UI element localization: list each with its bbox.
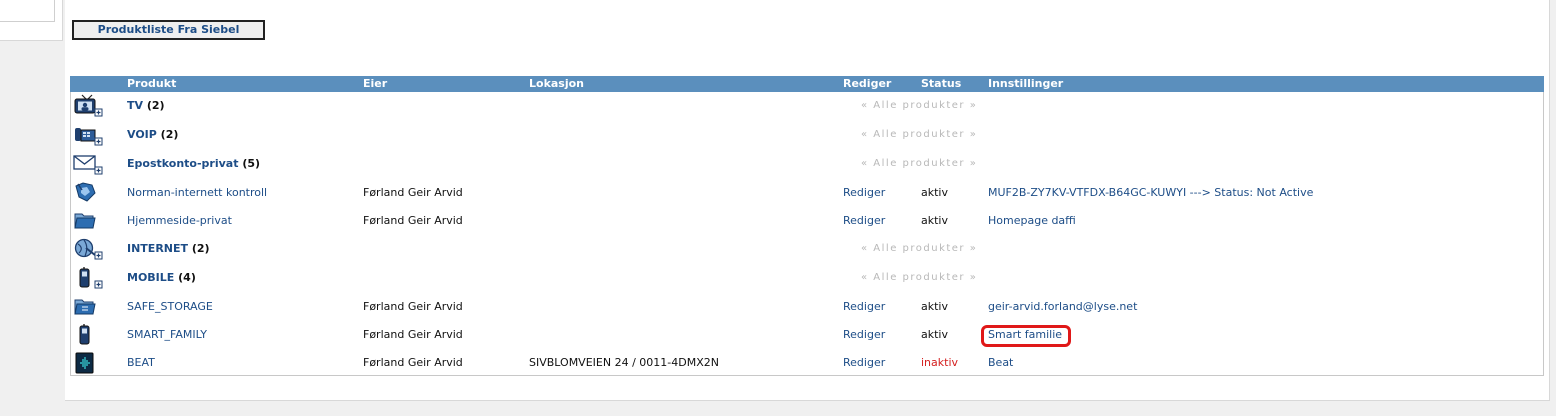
voip-phone-icon[interactable] [73,123,103,147]
edit-link[interactable]: Rediger [843,207,885,235]
owner-text: Førland Geir Arvid [363,328,463,341]
folder-icon [73,209,103,233]
table-row: BEAT Førland Geir Arvid SIVBLOMVEIEN 24 … [71,349,1543,377]
owner-text: Førland Geir Arvid [363,186,463,199]
group-name: MOBILE [127,271,175,284]
group-name: TV [127,99,144,112]
all-products-link[interactable]: « Alle produkter » [861,235,977,263]
group-count: (5) [242,157,261,170]
storage-folder-icon [73,295,103,319]
left-input-box[interactable] [0,0,55,22]
table-row-internet: INTERNET (2) « Alle produkter » [71,235,1543,263]
table-row-epostkonto: Epostkonto-privat (5) « Alle produkter » [71,150,1543,178]
owner-text: Førland Geir Arvid [363,214,463,227]
main-panel: Produktliste Fra Siebel Produkt Eier Lok… [65,0,1550,401]
all-products-link[interactable]: « Alle produkter » [861,92,977,120]
settings-link[interactable]: geir-arvid.forland@lyse.net [988,293,1137,321]
header-innstillinger: Innstillinger [988,77,1064,90]
table-row: Norman-internett kontroll Førland Geir A… [71,179,1543,207]
siebel-product-list-button[interactable]: Produktliste Fra Siebel [72,20,265,40]
group-link[interactable]: MOBILE (4) [127,264,196,292]
table-row: SMART_FAMILY Førland Geir Arvid Rediger … [71,321,1543,349]
group-name: Epostkonto-privat [127,157,239,170]
edit-link[interactable]: Rediger [843,293,885,321]
edit-link[interactable]: Rediger [843,179,885,207]
status-text: inaktiv [921,356,959,369]
group-link[interactable]: TV (2) [127,92,165,120]
page-scrollbar[interactable] [1549,0,1556,416]
location-text: SIVBLOMVEIEN 24 / 0011-4DMX2N [529,356,719,369]
header-lokasjon: Lokasjon [529,77,585,90]
table-row-voip: VOIP (2) « Alle produkter » [71,121,1543,149]
product-link[interactable]: SMART_FAMILY [127,321,207,349]
header-status: Status [921,77,962,90]
tv-icon[interactable] [73,94,103,118]
group-count: (2) [191,242,210,255]
header-produkt: Produkt [127,77,177,90]
product-table: Produkt Eier Lokasjon Rediger Status Inn… [70,76,1544,376]
group-count: (4) [178,271,196,284]
group-name: INTERNET [127,242,189,255]
edit-link[interactable]: Rediger [843,349,885,377]
header-eier: Eier [363,77,388,90]
left-panel [0,0,63,41]
product-link[interactable]: Norman-internett kontroll [127,179,267,207]
music-beat-icon [73,351,103,375]
table-row: SAFE_STORAGE Førland Geir Arvid Rediger … [71,293,1543,321]
edit-link[interactable]: Rediger [843,321,885,349]
group-link[interactable]: Epostkonto-privat (5) [127,150,260,178]
security-shield-icon [73,181,103,205]
group-name: VOIP [127,128,157,141]
group-link[interactable]: VOIP (2) [127,121,178,149]
header-rediger: Rediger [843,77,892,90]
owner-text: Førland Geir Arvid [363,356,463,369]
mobile-phone-icon [73,323,103,347]
table-header: Produkt Eier Lokasjon Rediger Status Inn… [70,76,1544,92]
group-link[interactable]: INTERNET (2) [127,235,210,263]
table-row: Hjemmeside-privat Førland Geir Arvid Red… [71,207,1543,235]
table-row-tv: TV (2) « Alle produkter » [71,92,1543,120]
group-count: (2) [160,128,179,141]
product-link[interactable]: BEAT [127,349,155,377]
status-text: aktiv [921,300,948,313]
status-text: aktiv [921,214,948,227]
all-products-link[interactable]: « Alle produkter » [861,150,977,178]
product-link[interactable]: Hjemmeside-privat [127,207,232,235]
email-envelope-icon[interactable] [73,152,103,176]
settings-link[interactable]: Beat [988,349,1013,377]
group-count: (2) [146,99,165,112]
product-link[interactable]: SAFE_STORAGE [127,293,213,321]
status-text: aktiv [921,186,948,199]
internet-globe-icon[interactable] [73,237,103,261]
all-products-link[interactable]: « Alle produkter » [861,121,977,149]
settings-link[interactable]: Smart familie [988,321,1062,349]
status-text: aktiv [921,328,948,341]
table-row-mobile: MOBILE (4) « Alle produkter » [71,264,1543,292]
owner-text: Førland Geir Arvid [363,300,463,313]
mobile-phone-icon[interactable] [73,266,103,290]
settings-link[interactable]: MUF2B-ZY7KV-VTFDX-B64GC-KUWYI ---> Statu… [988,179,1313,207]
settings-link[interactable]: Homepage daffi [988,207,1076,235]
all-products-link[interactable]: « Alle produkter » [861,264,977,292]
